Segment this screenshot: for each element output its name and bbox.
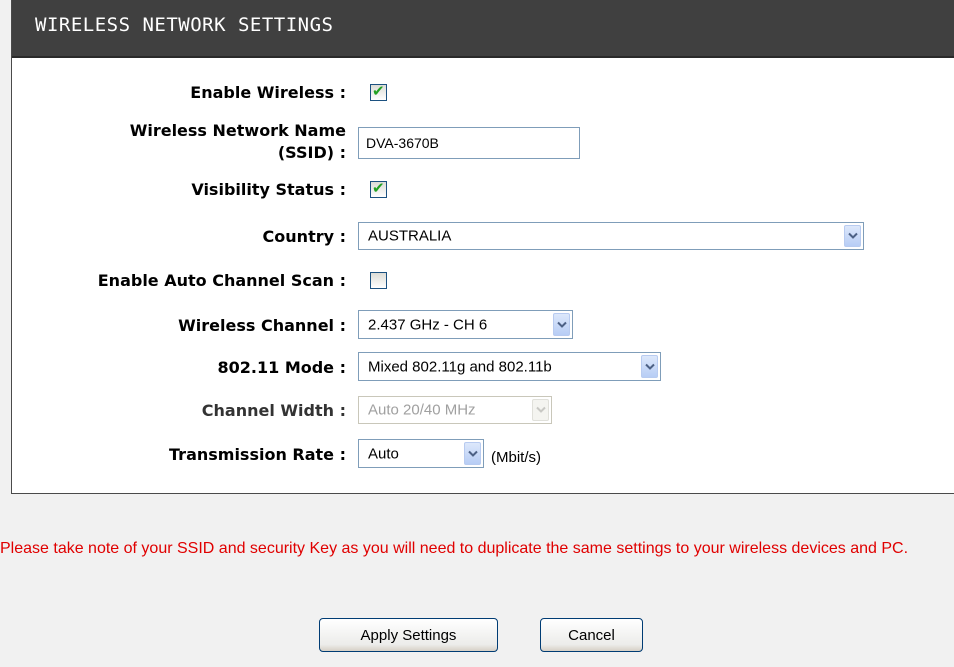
mode-80211-label: 802.11 Mode : [217, 358, 347, 377]
chevron-down-icon [532, 399, 549, 421]
transmission-rate-select-value: Auto [368, 445, 399, 462]
visibility-status-checkbox[interactable]: ✔ [370, 179, 387, 198]
cancel-button[interactable]: Cancel [540, 618, 643, 652]
section-title: WIRELESS NETWORK SETTINGS [35, 14, 334, 36]
wireless-channel-select-value: 2.437 GHz - CH 6 [368, 316, 488, 333]
enable-wireless-label: Enable Wireless : [190, 83, 346, 102]
country-select-value: AUSTRALIA [368, 227, 452, 245]
country-select[interactable]: AUSTRALIA [358, 222, 864, 250]
ssid-label: Wireless Network Name (SSID) : [130, 120, 346, 164]
wireless-channel-select[interactable]: 2.437 GHz - CH 6 [358, 310, 573, 339]
enable-wireless-checkbox[interactable]: ✔ [370, 82, 387, 101]
channel-width-select: Auto 20/40 MHz [358, 396, 552, 424]
mode-80211-select-value: Mixed 802.11g and 802.11b [368, 358, 552, 375]
mode-80211-select[interactable]: Mixed 802.11g and 802.11b [358, 352, 661, 381]
checkmark-icon: ✔ [372, 82, 385, 100]
ssid-input[interactable]: DVA-3670B [358, 127, 580, 159]
transmission-rate-unit: (Mbit/s) [491, 449, 541, 466]
chevron-down-icon[interactable] [464, 442, 481, 465]
section-header: WIRELESS NETWORK SETTINGS [12, 0, 954, 58]
visibility-status-label: Visibility Status : [191, 180, 346, 199]
wireless-channel-label: Wireless Channel : [178, 316, 346, 335]
auto-channel-scan-checkbox[interactable] [370, 272, 387, 289]
chevron-down-icon[interactable] [641, 355, 658, 378]
chevron-down-icon[interactable] [844, 225, 861, 247]
ssid-label-line1: Wireless Network Name [129, 121, 346, 140]
channel-width-label: Channel Width : [201, 401, 346, 420]
channel-width-select-value: Auto 20/40 MHz [368, 401, 476, 419]
country-label: Country : [262, 227, 346, 246]
transmission-rate-label: Transmission Rate : [169, 445, 346, 464]
checkmark-icon: ✔ [372, 179, 385, 197]
apply-settings-button[interactable]: Apply Settings [319, 618, 498, 652]
chevron-down-icon[interactable] [553, 313, 570, 336]
ssid-label-line2: (SSID) : [277, 143, 346, 162]
transmission-rate-select[interactable]: Auto [358, 439, 484, 468]
ssid-key-note: Please take note of your SSID and securi… [0, 540, 909, 557]
auto-channel-scan-label: Enable Auto Channel Scan : [97, 271, 346, 290]
